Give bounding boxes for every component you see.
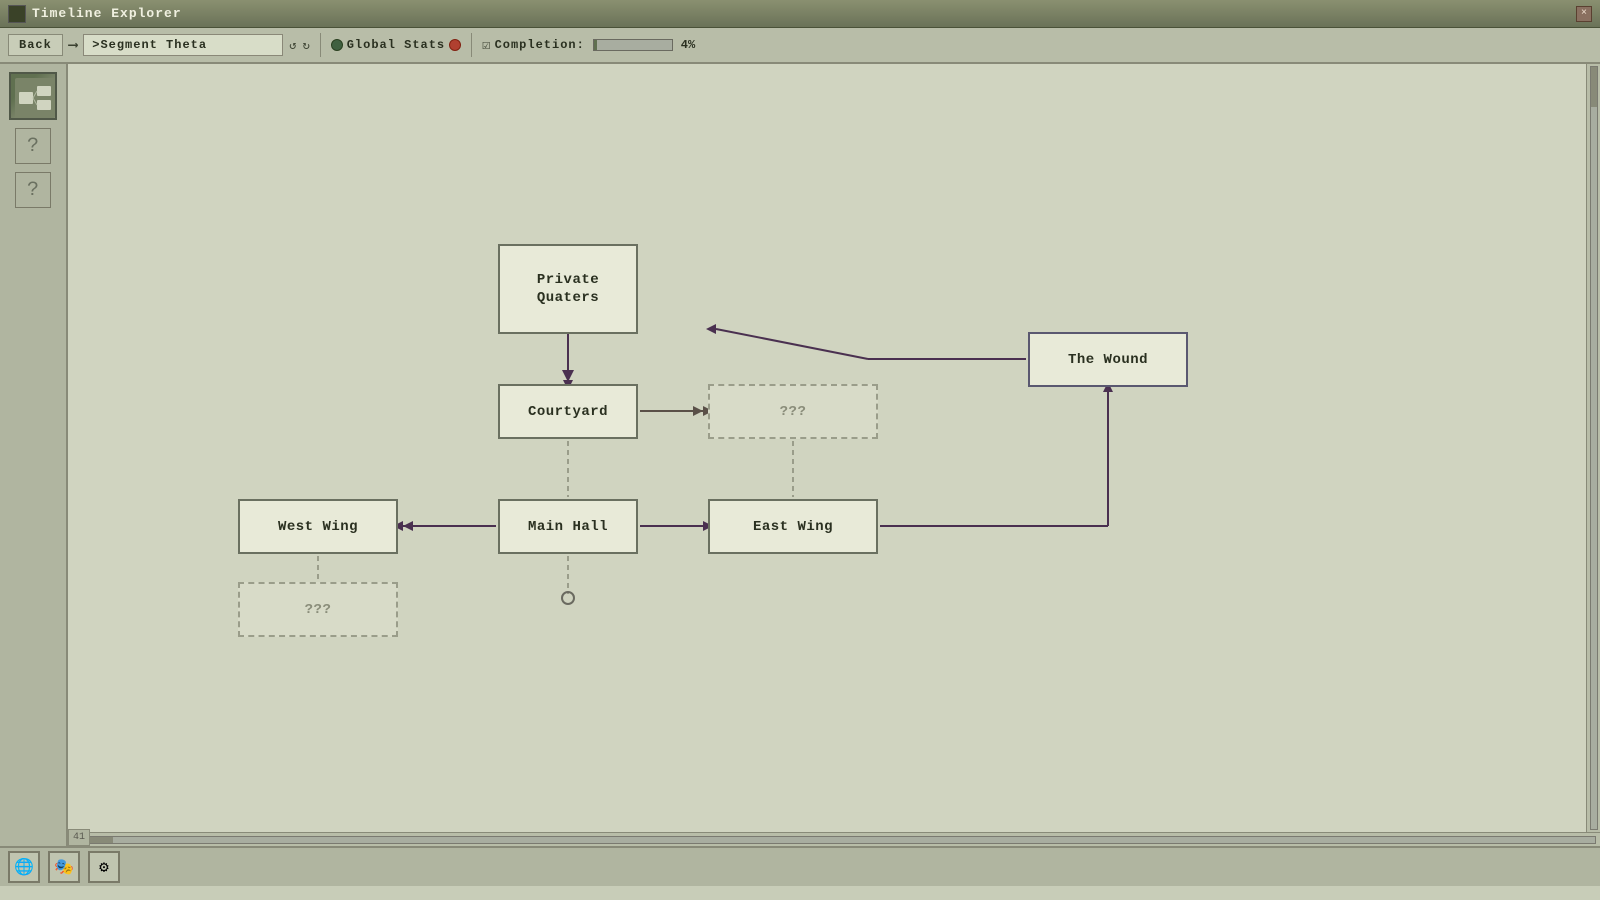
bottom-btn-2[interactable]: 🎭 (48, 851, 80, 883)
vertical-scrollbar[interactable] (1586, 64, 1600, 832)
completion-bar (593, 39, 673, 51)
main-layout: ? ? (0, 64, 1600, 846)
red-dot-icon (449, 39, 461, 51)
sidebar-item-1[interactable]: ? (15, 128, 51, 164)
global-stats-group: Global Stats (331, 38, 461, 52)
close-button[interactable]: × (1576, 6, 1592, 22)
node-east-wing[interactable]: East Wing (708, 499, 878, 554)
node-unknown-1-label: ??? (780, 404, 807, 420)
node-unknown-2-label: ??? (305, 602, 332, 618)
node-the-wound[interactable]: The Wound (1028, 332, 1188, 387)
green-dot-icon (331, 39, 343, 51)
bottom-toolbar: 🌐 🎭 ⚙ (0, 846, 1600, 886)
node-courtyard[interactable]: Courtyard (498, 384, 638, 439)
sidebar: ? ? (0, 64, 68, 846)
node-unknown-2[interactable]: ??? (238, 582, 398, 637)
toolbar: Back ⟶ ↺ ↻ Global Stats ☑ Completion: 4% (0, 28, 1600, 64)
divider-2 (471, 33, 472, 57)
node-west-wing[interactable]: West Wing (238, 499, 398, 554)
bottom-btn-1[interactable]: 🌐 (8, 851, 40, 883)
back-button[interactable]: Back (8, 34, 63, 56)
refresh-right-icon[interactable]: ↻ (302, 38, 309, 53)
refresh-left-icon[interactable]: ↺ (289, 38, 296, 53)
bottom-btn-3[interactable]: ⚙ (88, 851, 120, 883)
forward-arrow-icon: ⟶ (69, 37, 77, 54)
app-title: Timeline Explorer (32, 6, 182, 21)
node-unknown-1[interactable]: ??? (708, 384, 878, 439)
settings-icon: ⚙ (99, 857, 109, 877)
global-stats-label[interactable]: Global Stats (347, 38, 445, 52)
horizontal-scrollbar[interactable] (68, 832, 1600, 846)
node-main-hall[interactable]: Main Hall (498, 499, 638, 554)
node-west-wing-label: West Wing (278, 519, 358, 535)
node-main-hall-label: Main Hall (528, 519, 608, 535)
node-private-quarters[interactable]: PrivateQuaters (498, 244, 638, 334)
completion-checkmark-icon: ☑ (482, 37, 490, 54)
completion-label: Completion: (495, 38, 585, 52)
mask-icon: 🎭 (54, 857, 74, 877)
completion-bar-fill (594, 40, 597, 50)
sidebar-thumbnail[interactable] (9, 72, 57, 120)
divider-1 (320, 33, 321, 57)
vscroll-thumb[interactable] (1591, 67, 1597, 107)
graph-svg (68, 64, 1586, 832)
node-the-wound-label: The Wound (1068, 352, 1148, 368)
node-courtyard-label: Courtyard (528, 404, 608, 420)
completion-pct: 4% (681, 38, 695, 52)
app-icon (8, 5, 26, 23)
graph-canvas: PrivateQuaters Courtyard ??? The Wound W… (68, 64, 1586, 832)
completion-group: ☑ Completion: 4% (482, 37, 695, 54)
segment-input[interactable] (83, 34, 283, 56)
sidebar-item-2[interactable]: ? (15, 172, 51, 208)
titlebar: Timeline Explorer × (0, 0, 1600, 28)
node-east-wing-label: East Wing (753, 519, 833, 535)
hscroll-track[interactable] (72, 836, 1596, 844)
page-number: 41 (68, 829, 90, 846)
vscroll-track[interactable] (1590, 66, 1598, 830)
globe-icon: 🌐 (14, 857, 34, 877)
node-private-quarters-label: PrivateQuaters (537, 271, 599, 307)
